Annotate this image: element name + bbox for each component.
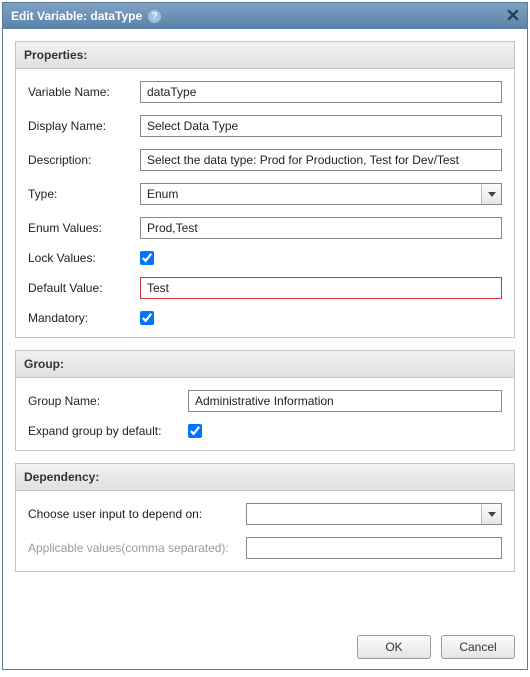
label-display-name: Display Name: [28, 119, 140, 133]
row-expand-group: Expand group by default: [28, 424, 502, 438]
label-lock-values: Lock Values: [28, 251, 140, 265]
row-type: Type: Enum [28, 183, 502, 205]
enum-values-input[interactable] [140, 217, 502, 239]
label-depend-on: Choose user input to depend on: [28, 507, 246, 521]
ok-button[interactable]: OK [357, 635, 431, 659]
properties-panel: Properties: Variable Name: Display Name:… [15, 41, 515, 338]
cancel-button[interactable]: Cancel [441, 635, 515, 659]
dialog-title: Edit Variable: dataType [11, 9, 142, 23]
group-body: Group Name: Expand group by default: [16, 378, 514, 450]
lock-values-checkbox[interactable] [140, 251, 154, 265]
row-depend-on: Choose user input to depend on: [28, 503, 502, 525]
applicable-values-input [246, 537, 502, 559]
label-variable-name: Variable Name: [28, 85, 140, 99]
type-select-value: Enum [147, 187, 479, 201]
dependency-heading: Dependency: [16, 464, 514, 491]
label-description: Description: [28, 153, 140, 167]
mandatory-checkbox[interactable] [140, 311, 154, 325]
row-mandatory: Mandatory: [28, 311, 502, 325]
display-name-input[interactable] [140, 115, 502, 137]
variable-name-input[interactable] [140, 81, 502, 103]
label-applicable-values: Applicable values(comma separated): [28, 541, 246, 555]
row-group-name: Group Name: [28, 390, 502, 412]
row-enum-values: Enum Values: [28, 217, 502, 239]
dialog-titlebar: Edit Variable: dataType ? [3, 3, 527, 29]
row-description: Description: [28, 149, 502, 171]
label-group-name: Group Name: [28, 394, 188, 408]
dependency-panel: Dependency: Choose user input to depend … [15, 463, 515, 572]
label-type: Type: [28, 187, 140, 201]
dependency-body: Choose user input to depend on: Applicab… [16, 491, 514, 571]
label-expand-group: Expand group by default: [28, 424, 188, 438]
group-panel: Group: Group Name: Expand group by defau… [15, 350, 515, 451]
properties-heading: Properties: [16, 42, 514, 69]
dialog-body: Properties: Variable Name: Display Name:… [3, 29, 527, 627]
description-input[interactable] [140, 149, 502, 171]
row-variable-name: Variable Name: [28, 81, 502, 103]
properties-body: Variable Name: Display Name: Description… [16, 69, 514, 337]
row-default-value: Default Value: [28, 277, 502, 299]
default-value-input[interactable] [140, 277, 502, 299]
expand-group-checkbox[interactable] [188, 424, 202, 438]
label-enum-values: Enum Values: [28, 221, 140, 235]
label-mandatory: Mandatory: [28, 311, 140, 325]
row-applicable-values: Applicable values(comma separated): [28, 537, 502, 559]
label-default-value: Default Value: [28, 281, 140, 295]
chevron-down-icon [481, 504, 501, 524]
group-heading: Group: [16, 351, 514, 378]
dialog-footer: OK Cancel [3, 627, 527, 669]
group-name-input[interactable] [188, 390, 502, 412]
type-select[interactable]: Enum [140, 183, 502, 205]
row-lock-values: Lock Values: [28, 251, 502, 265]
edit-variable-dialog: Edit Variable: dataType ? Properties: Va… [2, 2, 528, 670]
depend-on-select[interactable] [246, 503, 502, 525]
help-icon[interactable]: ? [148, 10, 161, 23]
close-icon[interactable] [505, 7, 521, 23]
row-display-name: Display Name: [28, 115, 502, 137]
chevron-down-icon [481, 184, 501, 204]
